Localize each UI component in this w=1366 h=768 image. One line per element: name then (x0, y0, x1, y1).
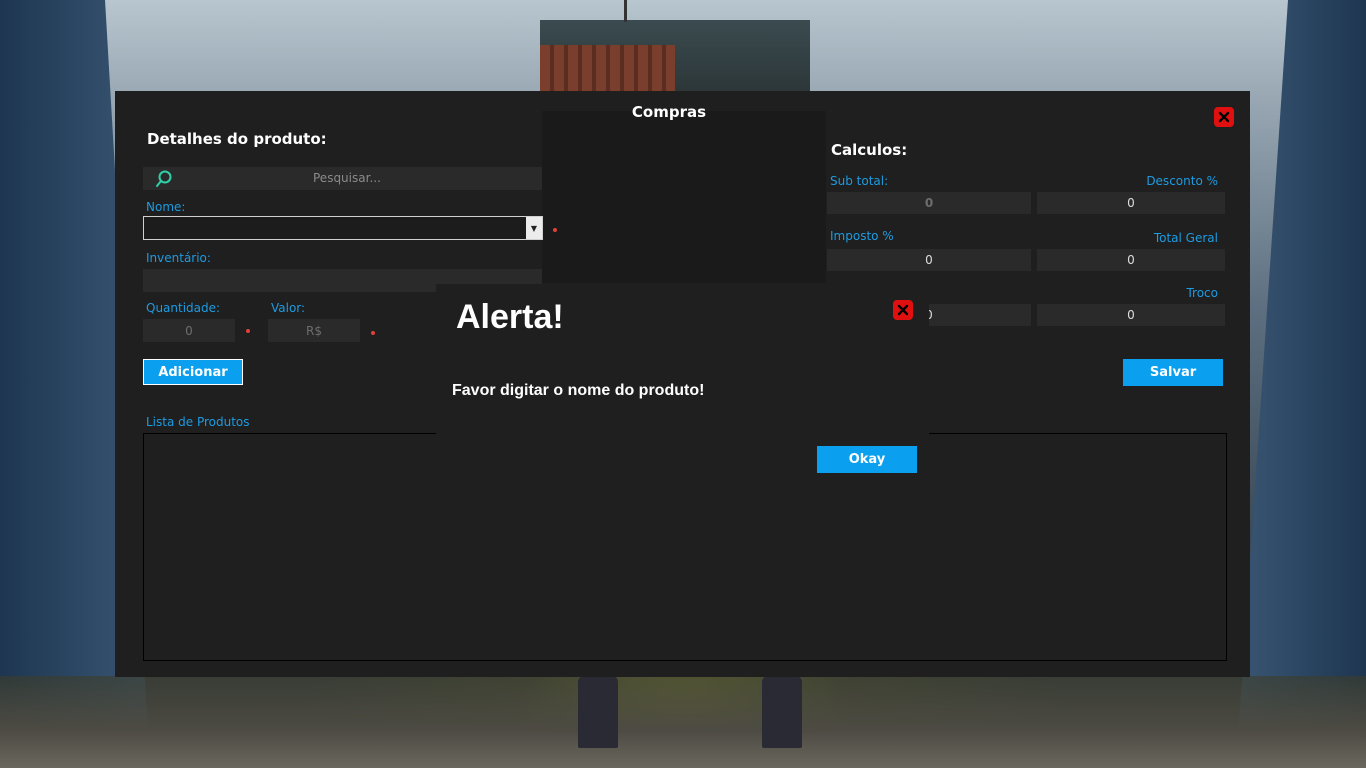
name-label: Nome: (146, 200, 186, 214)
quantity-required-marker (246, 329, 250, 333)
tax-label: Imposto % (830, 229, 894, 243)
alert-title: Alerta! (456, 298, 564, 336)
add-button[interactable]: Adicionar (143, 359, 243, 385)
background-wall-right (1236, 0, 1366, 768)
total-label: Total Geral (1153, 231, 1218, 245)
change-label: Troco (1186, 286, 1218, 300)
subtotal-label: Sub total: (830, 174, 889, 188)
alert-dialog: Alerta! Favor digitar o nome do produto! (436, 284, 929, 434)
value-field[interactable]: R$ (268, 319, 360, 342)
product-section-title: Detalhes do produto: (147, 130, 327, 148)
alert-close-button[interactable] (893, 300, 913, 320)
search-placeholder: Pesquisar... (313, 171, 381, 185)
close-icon (1218, 111, 1230, 123)
inventory-label: Inventário: (146, 251, 211, 265)
window-close-button[interactable] (1214, 107, 1234, 127)
background-figure-leg-right (762, 676, 802, 748)
close-icon (897, 304, 909, 316)
chevron-down-icon[interactable]: ▼ (526, 217, 542, 239)
product-list[interactable] (143, 433, 1227, 661)
search-box[interactable]: Pesquisar... (143, 167, 542, 190)
alert-message: Favor digitar o nome do produto! (452, 382, 705, 399)
change-field: 0 (1037, 304, 1225, 326)
quantity-label: Quantidade: (146, 301, 221, 315)
center-panel (542, 111, 826, 283)
window-title: Compras (631, 103, 707, 121)
value-label: Valor: (271, 301, 306, 315)
search-icon (155, 170, 173, 192)
discount-label: Desconto % (1146, 174, 1218, 188)
save-button[interactable]: Salvar (1123, 359, 1223, 386)
calc-section-title: Calculos: (831, 141, 908, 159)
product-list-label: Lista de Produtos (146, 415, 250, 429)
name-combobox[interactable]: ▼ (143, 216, 543, 240)
background-ground (0, 676, 1366, 768)
background-figure-leg-left (578, 676, 618, 748)
tax-field[interactable]: 0 (827, 249, 1031, 271)
background-building (540, 0, 810, 100)
quantity-field[interactable]: 0 (143, 319, 235, 342)
value-required-marker (371, 331, 375, 335)
discount-field[interactable]: 0 (1037, 192, 1225, 214)
name-required-marker (553, 228, 557, 232)
okay-button[interactable]: Okay (817, 446, 917, 473)
subtotal-field: 0 (827, 192, 1031, 214)
total-field: 0 (1037, 249, 1225, 271)
